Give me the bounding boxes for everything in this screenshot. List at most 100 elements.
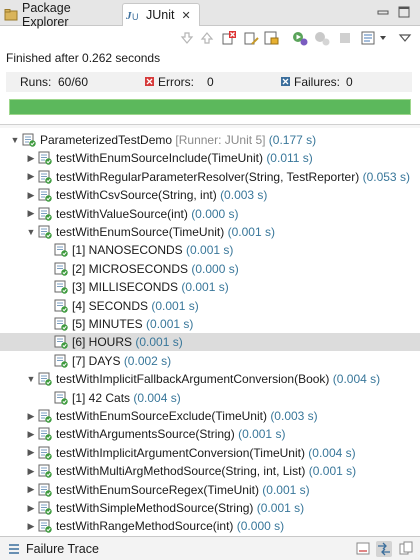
test-time: (0.000 s) [191, 206, 239, 221]
progress-bar-fill [10, 100, 410, 114]
test-name: [2] MICROSECONDS [72, 261, 189, 276]
test-method-row[interactable]: ▼ testWithImplicitFallbackArgumentConvers… [0, 370, 420, 388]
close-icon[interactable]: ✕ [181, 9, 190, 22]
test-suite-pass-icon [38, 151, 52, 166]
test-pass-icon [54, 354, 68, 368]
expand-right-icon[interactable]: ▶ [26, 429, 36, 439]
test-pass-icon [54, 243, 68, 258]
run-status: Finished after 0.262 seconds [6, 51, 161, 65]
runs-value: 60/60 [58, 75, 89, 89]
test-name: testWithRegularParameterResolver(String,… [56, 169, 360, 184]
test-name: testWithImplicitFallbackArgumentConversi… [56, 372, 330, 387]
test-invocation-row[interactable]: [7] DAYS (0.002 s) [0, 352, 420, 370]
rerun-failed-first-icon[interactable] [314, 30, 330, 46]
test-method-row[interactable]: ▶ testWithEnumSourceRegex(TimeUnit) (0.00… [0, 481, 420, 499]
tab-junit[interactable]: J U JUnit ✕ [122, 3, 200, 26]
test-label: [6] HOURS (0.001 s) [72, 335, 183, 349]
failures-only-icon[interactable] [221, 30, 237, 46]
history-icon[interactable] [361, 30, 377, 46]
test-suite-pass-icon [38, 483, 52, 497]
previous-failure-icon[interactable] [199, 30, 215, 46]
test-method-row[interactable]: ▶ testWithEnumSourceInclude(TimeUnit) (0.… [0, 149, 420, 167]
test-invocation-row[interactable]: [6] HOURS (0.001 s) [0, 333, 420, 352]
test-invocation-row[interactable]: [2] MICROSECONDS (0.000 s) [0, 260, 420, 278]
test-method-row[interactable]: ▶ testWithRegularParameterResolver(String… [0, 168, 420, 186]
expand-right-icon[interactable]: ▶ [26, 153, 36, 163]
stop-icon[interactable] [337, 30, 353, 46]
test-name: testWithEnumSourceExclude(TimeUnit) [56, 409, 267, 423]
test-suite-pass-icon [38, 225, 52, 239]
copy-trace-icon[interactable] [398, 541, 414, 557]
expand-down-icon[interactable]: ▼ [10, 135, 20, 145]
expand-right-icon[interactable]: ▶ [26, 447, 36, 458]
test-method-row[interactable]: ▶ testWithImplicitArgumentConversion(Time… [0, 444, 420, 462]
scroll-lock-icon[interactable] [263, 30, 279, 46]
next-failure-icon[interactable] [179, 30, 195, 46]
maximize-icon[interactable] [397, 5, 411, 19]
test-method-row[interactable]: ▼ testWithEnumSource(TimeUnit) (0.001 s) [0, 223, 420, 241]
expand-right-icon[interactable]: ▶ [26, 503, 36, 513]
expand-right-icon[interactable]: ▶ [26, 484, 36, 495]
expand-right-icon[interactable]: ▶ [26, 466, 36, 476]
test-time: (0.001 s) [181, 280, 229, 295]
test-label: testWithArgumentsSource(String) (0.001 s… [56, 427, 285, 441]
test-method-row[interactable]: ▶ testWithRangeMethodSource(int) (0.000 s… [0, 517, 420, 535]
test-label: [7] DAYS (0.002 s) [72, 354, 171, 368]
test-suite-row[interactable]: ▼ ParameterizedTestDemo [Runner: JUnit 5]… [0, 131, 420, 149]
junit-toolbar [0, 28, 420, 50]
test-name: testWithMultiArgMethodSource(String, int… [56, 464, 306, 479]
test-name: testWithImplicitArgumentConversion(TimeU… [56, 445, 305, 460]
expand-right-icon[interactable]: ▶ [26, 190, 36, 200]
test-label: [5] MINUTES (0.001 s) [72, 317, 193, 331]
test-method-row[interactable]: ▶ testWithArgumentsSource(String) (0.001 … [0, 425, 420, 443]
minimize-icon[interactable] [376, 5, 390, 19]
tab-package-explorer[interactable]: Package Explorer [4, 0, 120, 29]
test-name: testWithArgumentsSource(String) [56, 427, 235, 442]
expand-right-icon[interactable]: ▶ [26, 171, 36, 182]
test-time: (0.001 s) [256, 501, 305, 515]
test-time: (0.001 s) [262, 482, 310, 497]
view-menu-icon[interactable] [397, 30, 413, 46]
test-invocation-row[interactable]: [3] MILLISECONDS (0.001 s) [0, 278, 420, 296]
history-dropdown-icon[interactable] [378, 30, 388, 46]
test-suite-pass-icon [38, 464, 52, 478]
failures-label: Failures: [294, 75, 341, 89]
expand-right-icon[interactable]: ▶ [26, 521, 36, 531]
test-label: [4] SECONDS (0.001 s) [72, 299, 199, 313]
test-invocation-row[interactable]: [1] 42 Cats (0.004 s) [0, 389, 420, 407]
stacktrace-filter-icon[interactable] [355, 541, 371, 557]
test-time: (0.003 s) [220, 188, 268, 203]
test-name: [7] DAYS [72, 353, 121, 368]
test-label: ParameterizedTestDemo [Runner: JUnit 5] … [40, 133, 316, 147]
test-method-row[interactable]: ▶ testWithValueSource(int) (0.000 s) [0, 205, 420, 223]
expand-down-icon[interactable]: ▼ [26, 227, 36, 237]
test-invocation-row[interactable]: [5] MINUTES (0.001 s) [0, 315, 420, 333]
test-label: testWithMultiArgMethodSource(String, int… [56, 464, 356, 478]
test-invocation-row[interactable]: [1] NANOSECONDS (0.001 s) [0, 241, 420, 259]
compare-result-icon[interactable] [376, 541, 392, 557]
test-method-row[interactable]: ▶ testWithMultiArgMethodSource(String, in… [0, 462, 420, 480]
test-time: (0.001 s) [146, 317, 194, 331]
expand-right-icon[interactable]: ▶ [26, 208, 36, 219]
test-method-row[interactable]: ▶ testWithEnumSourceExclude(TimeUnit) (0.… [0, 407, 420, 425]
test-name: [1] NANOSECONDS [72, 243, 183, 258]
tab-package-explorer-label: Package Explorer [22, 0, 71, 29]
test-suite-pass-icon [38, 372, 52, 386]
test-time: (0.011 s) [266, 151, 313, 166]
test-time: (0.004 s) [308, 445, 356, 460]
runs-label: Runs: [20, 75, 52, 89]
test-name: [1] 42 Cats [72, 390, 131, 405]
skipped-tests-icon[interactable] [243, 30, 259, 46]
test-invocation-row[interactable]: [4] SECONDS (0.001 s) [0, 297, 420, 315]
expand-down-icon[interactable]: ▼ [26, 374, 36, 384]
test-method-row[interactable]: ▶ testWithSimpleMethodSource(String) (0.0… [0, 499, 420, 517]
test-pass-icon [54, 335, 68, 350]
rerun-icon[interactable] [292, 30, 308, 46]
test-tree[interactable]: ▼ ParameterizedTestDemo [Runner: JUnit 5]… [0, 128, 420, 536]
test-label: testWithEnumSourceRegex(TimeUnit) (0.001… [56, 483, 310, 497]
test-name: testWithEnumSourceRegex(TimeUnit) [56, 482, 259, 497]
expand-right-icon[interactable]: ▶ [26, 411, 36, 421]
test-method-row[interactable]: ▶ testWithCsvSource(String, int) (0.003 s… [0, 186, 420, 204]
failure-trace-bar: Failure Trace [0, 536, 420, 560]
test-name: [4] SECONDS [72, 298, 149, 313]
